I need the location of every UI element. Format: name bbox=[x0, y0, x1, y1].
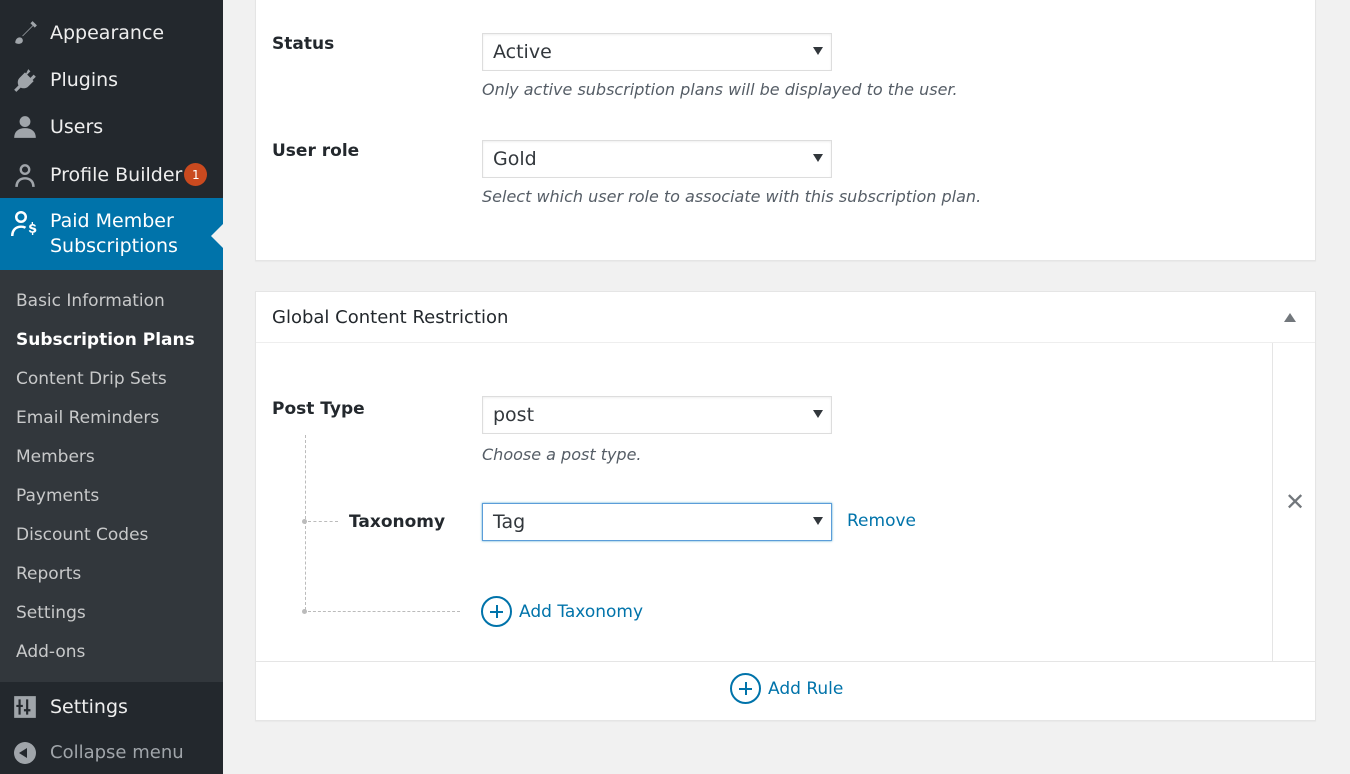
submenu-item-email-reminders[interactable]: Email Reminders bbox=[16, 408, 159, 428]
user-outline-icon bbox=[0, 151, 50, 198]
menu-label-line1: Paid Member bbox=[50, 210, 174, 232]
settings-sliders-icon bbox=[0, 683, 50, 730]
tree-connector-node bbox=[302, 609, 307, 614]
submenu-item-content-drip-sets[interactable]: Content Drip Sets bbox=[16, 369, 167, 389]
status-select[interactable]: Active bbox=[482, 33, 832, 71]
panel-title: Global Content Restriction bbox=[272, 307, 509, 328]
add-rule-button[interactable]: Add Rule bbox=[730, 673, 843, 704]
collapse-menu-button[interactable]: Collapse menu bbox=[0, 731, 223, 774]
post-type-select-value: post bbox=[493, 404, 535, 426]
chevron-down-icon bbox=[813, 410, 823, 418]
add-taxonomy-button[interactable]: Add Taxonomy bbox=[481, 596, 643, 627]
menu-item-settings[interactable]: Settings bbox=[0, 683, 223, 730]
status-description: Only active subscription plans will be d… bbox=[482, 80, 958, 99]
rule-side-divider bbox=[1272, 343, 1273, 661]
remove-rule-close-icon[interactable]: ✕ bbox=[1285, 488, 1305, 516]
user-role-description: Select which user role to associate with… bbox=[482, 187, 982, 206]
add-taxonomy-label: Add Taxonomy bbox=[519, 601, 644, 622]
menu-item-users[interactable]: Users bbox=[0, 103, 223, 150]
submenu-item-add-ons[interactable]: Add-ons bbox=[16, 642, 85, 662]
submenu-item-subscription-plans[interactable]: Subscription Plans bbox=[16, 330, 195, 350]
tree-connector-branch bbox=[308, 521, 338, 522]
submenu-item-discount-codes[interactable]: Discount Codes bbox=[16, 525, 148, 545]
menu-item-appearance[interactable]: Appearance bbox=[0, 9, 223, 56]
menu-item-label: Users bbox=[50, 115, 104, 138]
taxonomy-label: Taxonomy bbox=[349, 512, 446, 532]
menu-item-label: Appearance bbox=[50, 21, 165, 44]
menu-item-label: Profile Builder bbox=[50, 163, 183, 186]
post-type-label: Post Type bbox=[272, 399, 365, 419]
status-select-value: Active bbox=[493, 41, 552, 63]
user-role-select[interactable]: Gold bbox=[482, 140, 832, 178]
global-content-restriction-panel: Global Content Restriction Post Type pos… bbox=[255, 291, 1316, 721]
post-type-description: Choose a post type. bbox=[482, 445, 642, 464]
plug-icon bbox=[0, 56, 50, 103]
rule-bottom-divider bbox=[256, 661, 1315, 662]
tree-connector-branch bbox=[308, 611, 460, 612]
post-type-select[interactable]: post bbox=[482, 396, 832, 434]
member-dollar-icon bbox=[0, 198, 50, 248]
submenu-item-reports[interactable]: Reports bbox=[16, 564, 81, 584]
plan-settings-panel: Status Active Only active subscription p… bbox=[255, 0, 1316, 261]
submenu-item-members[interactable]: Members bbox=[16, 447, 95, 467]
menu-item-label: Settings bbox=[50, 695, 128, 718]
user-role-select-value: Gold bbox=[493, 148, 537, 170]
remove-taxonomy-link[interactable]: Remove bbox=[847, 511, 916, 531]
menu-item-label: Paid Member Subscriptions bbox=[50, 198, 178, 259]
submenu-item-settings[interactable]: Settings bbox=[16, 603, 86, 623]
menu-item-label: Plugins bbox=[50, 68, 119, 91]
taxonomy-select[interactable]: Tag bbox=[482, 503, 832, 541]
menu-item-paid-member-subscriptions[interactable]: Paid Member Subscriptions bbox=[0, 198, 223, 270]
tree-connector-node bbox=[302, 519, 307, 524]
submenu-item-payments[interactable]: Payments bbox=[16, 486, 99, 506]
admin-sidebar: Appearance Plugins Users Profile Builder… bbox=[0, 0, 223, 774]
restriction-rule bbox=[256, 343, 1315, 661]
menu-label-line2: Subscriptions bbox=[50, 235, 178, 257]
chevron-down-icon bbox=[813, 517, 823, 525]
submenu: Basic Information Subscription Plans Con… bbox=[0, 270, 223, 682]
add-rule-label: Add Rule bbox=[768, 678, 844, 699]
collapse-arrow-icon bbox=[0, 741, 50, 764]
paintbrush-icon bbox=[0, 9, 50, 56]
plus-circle-icon bbox=[730, 673, 761, 704]
menu-item-plugins[interactable]: Plugins bbox=[0, 56, 223, 103]
users-icon bbox=[0, 103, 50, 150]
plus-circle-icon bbox=[481, 596, 512, 627]
collapse-panel-arrow-icon[interactable] bbox=[1284, 313, 1296, 322]
collapse-menu-label: Collapse menu bbox=[50, 742, 184, 763]
update-count-badge: 1 bbox=[184, 163, 208, 186]
user-role-label: User role bbox=[272, 141, 360, 161]
current-menu-pointer bbox=[211, 224, 223, 248]
status-label: Status bbox=[272, 34, 335, 54]
taxonomy-select-value: Tag bbox=[493, 511, 526, 533]
chevron-down-icon bbox=[813, 154, 823, 162]
submenu-item-basic-information[interactable]: Basic Information bbox=[16, 291, 165, 311]
menu-item-profile-builder[interactable]: Profile Builder 1 bbox=[0, 151, 223, 198]
chevron-down-icon bbox=[813, 47, 823, 55]
